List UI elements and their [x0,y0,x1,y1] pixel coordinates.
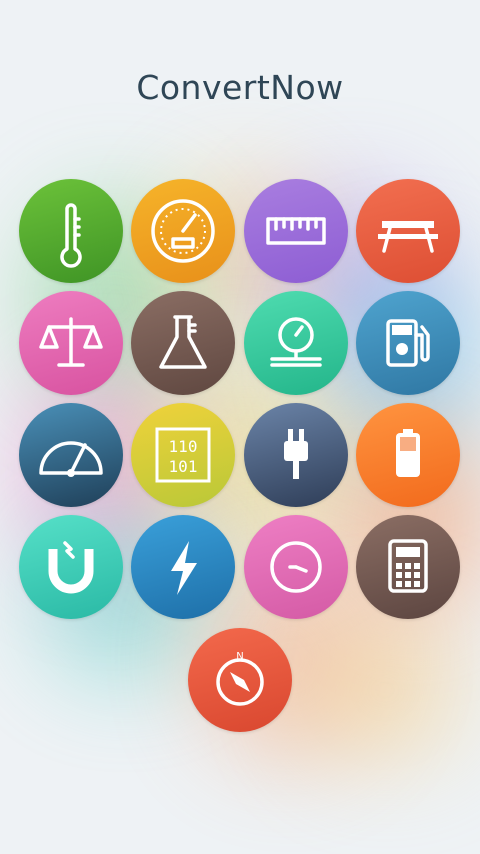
tile-weight[interactable] [19,291,123,395]
tile-angle[interactable] [19,403,123,507]
calculator-icon [388,539,428,593]
tile-direction[interactable]: N [188,628,292,732]
tile-pressure[interactable] [244,291,348,395]
tile-fuel-consumption[interactable] [356,291,460,395]
binary-icon: 110101 [155,427,211,483]
flask-icon [159,315,207,369]
tile-power[interactable] [244,403,348,507]
battery-icon [396,429,420,477]
compass-north-label: N [236,651,243,662]
binary-top-text: 110 [169,437,198,456]
converter-grid: 110 101 N [0,0,480,854]
thermometer-icon [60,203,82,268]
fuel-pump-icon [386,319,430,367]
compass-icon: N [216,651,264,706]
clock-icon [270,541,322,593]
tile-electricity[interactable] [131,515,235,619]
tile-calculator[interactable] [356,515,460,619]
protractor-icon [39,441,103,477]
tile-magnetism[interactable] [19,515,123,619]
plug-icon [284,429,308,479]
binary-bottom-text: 101 [169,457,198,476]
lightning-icon [171,541,197,595]
tile-volume[interactable] [131,291,235,395]
tile-length[interactable] [244,179,348,283]
tile-energy[interactable] [356,403,460,507]
gauge-icon [270,317,322,367]
magnet-icon [48,541,94,594]
scales-icon [39,317,103,367]
picnic-table-icon [378,221,438,253]
tile-temperature[interactable] [19,179,123,283]
ruler-icon [266,217,326,245]
tile-speed[interactable] [131,179,235,283]
speedometer-icon [151,199,215,263]
tile-time[interactable] [244,515,348,619]
tile-digital-storage[interactable]: 110 101 [131,403,235,507]
tile-area[interactable] [356,179,460,283]
